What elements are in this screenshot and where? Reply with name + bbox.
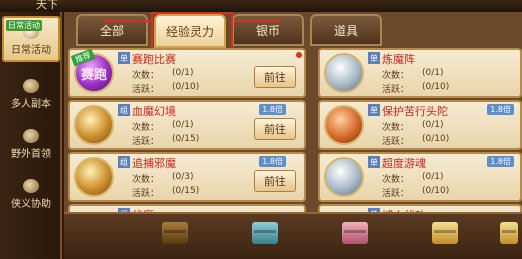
count-value: (0/3) [172,172,194,182]
sidebar-item-label: 日常活动 [11,45,51,56]
multiplier-badge: 1.8倍 [259,156,286,167]
chest-icon[interactable] [432,222,458,244]
active-label: 活跃： [132,189,160,199]
activity-card: 单 保护苦行头陀 1.8倍 次数： (0/1) 活跃： (0/10) [318,100,522,150]
tab-all[interactable]: 全部 [76,14,148,46]
avatar-text: 赛跑 [80,67,107,83]
count-line: 次数： (0/1) [382,120,444,133]
count-value: (0/1) [422,68,444,78]
sidebar: 日常活动 日常活动 多人副本 野外首领 侠义协助 [0,12,62,259]
active-line: 活跃： (0/15) [132,186,199,199]
active-line: 活跃： (0/10) [382,82,449,95]
boss-icon [23,129,39,143]
top-strip: 天下 [0,0,522,12]
tab-silver[interactable]: 银币 [232,14,304,46]
red-arrow-right [234,20,282,22]
active-value: (0/15) [172,134,200,144]
sidebar-item-label: 侠义协助 [11,199,51,210]
active-value: (0/15) [172,186,200,196]
activity-name: 追捕邪魔 [132,157,176,170]
chest-icon[interactable] [500,222,518,244]
active-value: (0/10) [422,82,450,92]
active-line: 活跃： (0/15) [132,134,199,147]
type-badge: 组 [118,104,130,116]
activity-avatar [74,105,114,145]
type-badge: 单 [368,104,380,116]
active-line: 活跃： (0/10) [382,186,449,199]
activity-card: 赛跑 推荐 单 赛跑比赛 次数： (0/1) 活跃： (0/10) 前往 [68,48,306,98]
active-value: (0/10) [422,134,450,144]
helmet-icon [23,79,39,93]
activity-name: 炼魔阵 [382,53,415,66]
type-badge: 单 [118,52,130,64]
red-arrow-left [104,20,152,22]
tab-exp-spirit[interactable]: 经验灵力 [154,14,226,48]
count-value: (0/1) [422,172,444,182]
type-badge: 单 [368,52,380,64]
reward-chest-bar [64,212,522,259]
count-label: 次数： [132,123,160,133]
activity-name: 赛跑比赛 [132,53,176,66]
go-button[interactable]: 前往 [254,118,296,140]
sidebar-item-dungeon[interactable]: 多人副本 [2,68,60,114]
activity-name: 血魔幻境 [132,105,176,118]
go-button[interactable]: 前往 [254,170,296,192]
active-line: 活跃： (0/10) [132,82,199,95]
active-label: 活跃： [382,189,410,199]
sidebar-item-daily[interactable]: 日常活动 日常活动 [2,16,60,62]
active-value: (0/10) [172,82,200,92]
activity-card: 单 超度游魂 1.8倍 次数： (0/1) 活跃： (0/10) [318,152,522,202]
multiplier-badge: 1.8倍 [259,104,286,115]
active-label: 活跃： [382,137,410,147]
activity-card: 单 炼魔阵 次数： (0/1) 活跃： (0/10) [318,48,522,98]
activity-name: 保护苦行头陀 [382,105,448,118]
active-label: 活跃： [132,85,160,95]
count-label: 次数： [382,175,410,185]
count-line: 次数： (0/1) [382,68,444,81]
sidebar-item-label: 多人副本 [11,99,51,110]
count-line: 次数： (0/1) [132,120,194,133]
sidebar-item-boss[interactable]: 野外首领 [2,118,60,164]
activity-card: 组 血魔幻境 1.8倍 次数： (0/1) 活跃： (0/15) 前往 [68,100,306,150]
multiplier-badge: 1.8倍 [487,104,514,115]
activity-avatar [324,157,364,197]
window-title: 天下 [36,0,58,11]
chest-icon[interactable] [342,222,368,244]
type-badge: 单 [368,156,380,168]
sidebar-item-assist[interactable]: 侠义协助 [2,168,60,214]
count-label: 次数： [382,71,410,81]
active-line: 活跃： (0/10) [382,134,449,147]
tab-items[interactable]: 道具 [310,14,382,46]
notification-dot [296,52,302,58]
tab-bar: 全部 经验灵力 银币 道具 [70,12,510,50]
activity-card: 组 追捕邪魔 1.8倍 次数： (0/3) 活跃： (0/15) 前往 [68,152,306,202]
count-value: (0/1) [172,68,194,78]
sidebar-badge: 日常活动 [6,20,42,31]
activity-name: 超度游魂 [382,157,426,170]
count-line: 次数： (0/3) [132,172,194,185]
count-value: (0/1) [422,120,444,130]
count-label: 次数： [382,123,410,133]
count-label: 次数： [132,71,160,81]
count-value: (0/1) [172,120,194,130]
multiplier-badge: 1.8倍 [487,156,514,167]
go-button[interactable]: 前往 [254,66,296,88]
active-value: (0/10) [422,186,450,196]
active-label: 活跃： [132,137,160,147]
activity-avatar [74,157,114,197]
chest-icon[interactable] [252,222,278,244]
count-label: 次数： [132,175,160,185]
type-badge: 组 [118,156,130,168]
count-line: 次数： (0/1) [382,172,444,185]
sidebar-item-label: 野外首领 [11,149,51,160]
activity-avatar [324,53,364,93]
count-line: 次数： (0/1) [132,68,194,81]
chest-icon[interactable] [162,222,188,244]
active-label: 活跃： [382,85,410,95]
shield-icon [23,179,39,193]
activity-avatar [324,105,364,145]
